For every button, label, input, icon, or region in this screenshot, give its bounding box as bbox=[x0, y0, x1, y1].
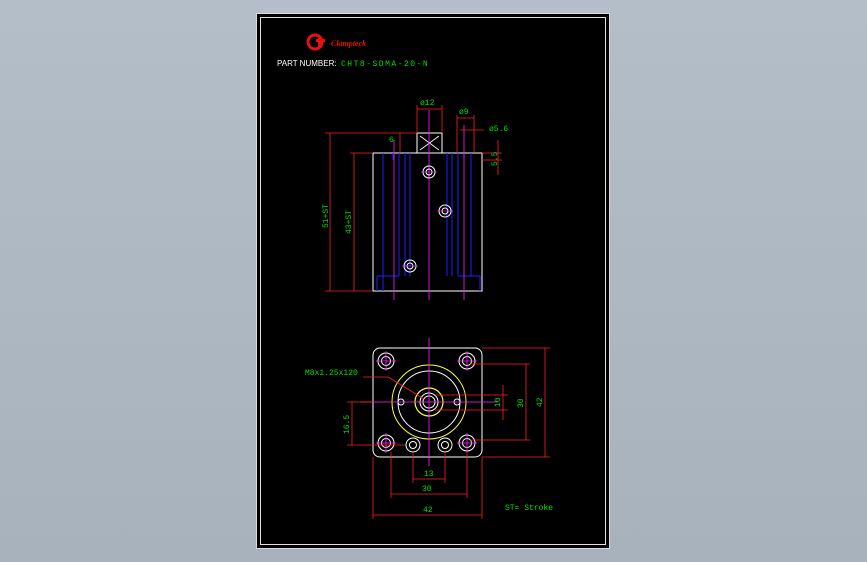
end-center-lines bbox=[360, 338, 498, 466]
dim-d9: ø9 bbox=[459, 108, 469, 117]
dim-d56: ø5.6 bbox=[489, 125, 508, 134]
part-number-label: PART NUMBER: bbox=[277, 59, 337, 68]
dim-13: 13 bbox=[424, 470, 434, 479]
dim-30-vertical: 30 bbox=[517, 398, 526, 408]
dim-55: 5.5 bbox=[491, 151, 500, 166]
hidden-lines bbox=[376, 153, 481, 291]
dimension-lines bbox=[325, 105, 502, 292]
cad-drawing: Clampteck PART NUMBER: CHT8-SDMA-20-N ø1… bbox=[277, 33, 553, 519]
dim-51st: 51+ST bbox=[322, 204, 331, 228]
dim-43st: 43+ST bbox=[345, 210, 354, 234]
dim-42-vertical: 42 bbox=[536, 397, 545, 407]
dim-165: 16.5 bbox=[343, 415, 352, 434]
dim-d12: ø12 bbox=[420, 99, 435, 108]
port-holes bbox=[403, 165, 452, 273]
part-number-value: CHT8-SDMA-20-N bbox=[341, 60, 429, 69]
dim-6: 6 bbox=[389, 136, 394, 145]
logo-text: Clampteck bbox=[331, 39, 366, 48]
front-view: ø12 ø9 ø5.6 6 5.5 51+ST 43+ST bbox=[322, 99, 508, 300]
stroke-note: ST= Stroke bbox=[505, 504, 553, 513]
dim-30-horizontal: 30 bbox=[422, 485, 432, 494]
logo: Clampteck bbox=[306, 33, 366, 51]
end-view: M8x1.25x120 10 30 42 16.5 13 30 42 bbox=[305, 338, 550, 519]
dim-42-horizontal: 42 bbox=[423, 506, 433, 515]
dim-thread: M8x1.25x120 bbox=[305, 369, 358, 378]
body-outline bbox=[372, 152, 483, 292]
dim-10: 10 bbox=[494, 397, 503, 407]
